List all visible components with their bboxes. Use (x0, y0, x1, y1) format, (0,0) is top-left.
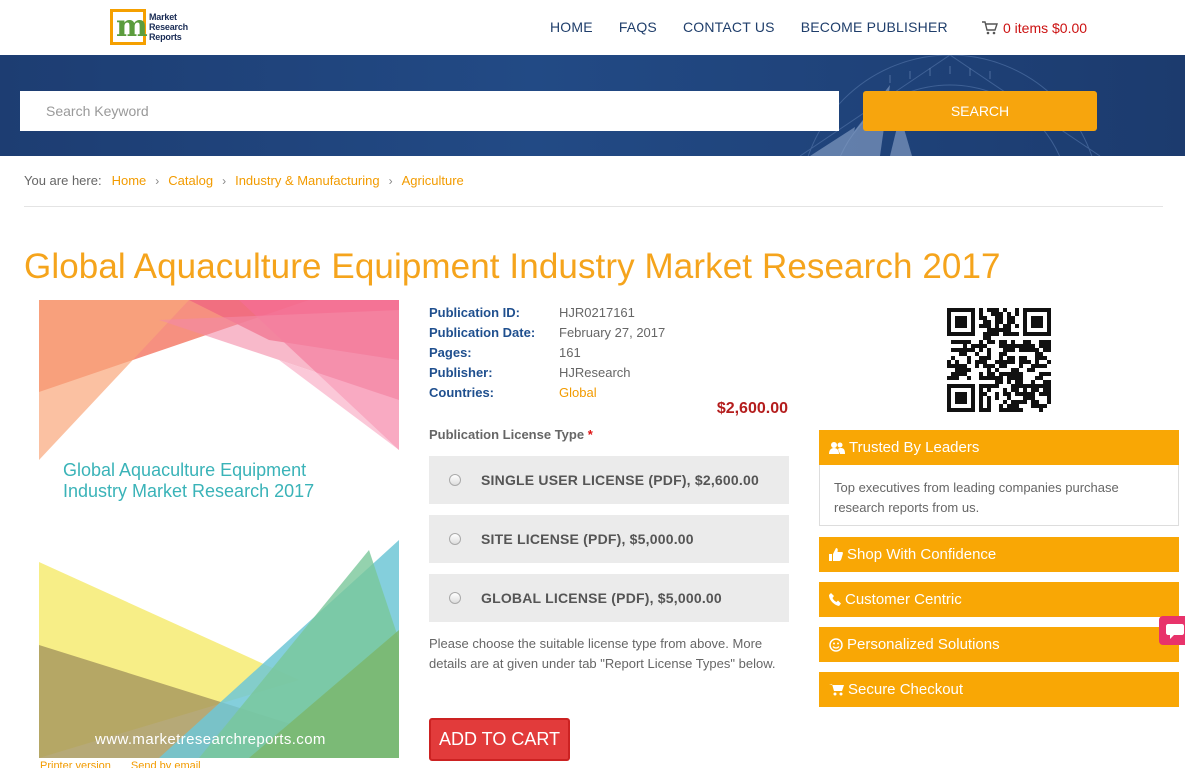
trust-item-personalized-solutions[interactable]: Personalized Solutions (819, 627, 1179, 662)
detail-row: Publication Date: February 27, 2017 (429, 322, 665, 342)
cart-summary: 0 items $0.00 (1003, 20, 1088, 36)
trust-label: Customer Centric (845, 591, 962, 608)
trust-item-shop-with-confidence[interactable]: Shop With Confidence (819, 537, 1179, 572)
cover-title: Global Aquaculture Equipment Industry Ma… (63, 460, 315, 501)
license-radio[interactable] (449, 474, 461, 486)
chevron-right-icon: › (222, 173, 227, 188)
license-label: SINGLE USER LICENSE (PDF), $2,600.00 (481, 472, 759, 488)
license-option-single-user[interactable]: SINGLE USER LICENSE (PDF), $2,600.00 (429, 456, 789, 504)
main-nav: HOME FAQS CONTACT US BECOME PUBLISHER (550, 19, 974, 35)
detail-label: Publisher: (429, 364, 493, 380)
publication-date: February 27, 2017 (559, 324, 666, 340)
license-label: GLOBAL LICENSE (PDF), $5,000.00 (481, 590, 722, 606)
logo-mark: m (110, 9, 148, 45)
breadcrumb-home[interactable]: Home (112, 173, 147, 188)
detail-label: Publication ID: (429, 304, 520, 320)
site-logo[interactable]: m Market Research Reports (110, 9, 188, 45)
printer-version-link[interactable]: Printer version (40, 760, 111, 768)
license-label: SITE LICENSE (PDF), $5,000.00 (481, 531, 694, 547)
search-input[interactable] (20, 91, 839, 131)
chevron-right-icon: › (155, 173, 160, 188)
trust-item-trusted-by-leaders[interactable]: Trusted By Leaders (819, 430, 1179, 465)
breadcrumb-catalog[interactable]: Catalog (168, 173, 213, 188)
publication-details: Publication ID: HJR0217161 Publication D… (429, 302, 665, 402)
license-radio[interactable] (449, 533, 461, 545)
breadcrumb: You are here: Home › Catalog › Industry … (24, 173, 464, 188)
chat-widget-tab[interactable] (1159, 616, 1185, 645)
search-banner: SEARCH (0, 55, 1185, 156)
phone-icon (829, 593, 841, 606)
cover-artwork (39, 300, 399, 758)
cart-icon (982, 21, 998, 35)
cover-url: www.marketresearchreports.com (95, 731, 326, 748)
license-radio[interactable] (449, 592, 461, 604)
chevron-right-icon: › (388, 173, 393, 188)
breadcrumb-agriculture[interactable]: Agriculture (402, 173, 464, 188)
smile-icon (829, 637, 843, 652)
required-mark: * (587, 427, 593, 442)
thumbs-up-icon (829, 548, 843, 561)
trust-label: Personalized Solutions (847, 636, 1000, 653)
publisher-name: HJResearch (559, 364, 631, 380)
send-by-email-link[interactable]: Send by email (131, 760, 201, 768)
cover-actions: Printer version Send by email (40, 760, 221, 768)
detail-row: Pages: 161 (429, 342, 665, 362)
detail-label: Countries: (429, 384, 494, 400)
license-option-global[interactable]: GLOBAL LICENSE (PDF), $5,000.00 (429, 574, 789, 622)
nav-faqs[interactable]: FAQS (619, 19, 657, 35)
detail-row: Publisher: HJResearch (429, 362, 665, 382)
detail-label: Pages: (429, 344, 472, 360)
countries-link[interactable]: Global (559, 385, 597, 400)
breadcrumb-lead: You are here: (24, 173, 102, 188)
trust-label: Shop With Confidence (847, 546, 997, 563)
breadcrumb-industry[interactable]: Industry & Manufacturing (235, 173, 380, 188)
trust-item-secure-checkout[interactable]: Secure Checkout (819, 672, 1179, 707)
page-title: Global Aquaculture Equipment Industry Ma… (24, 247, 1001, 286)
report-cover-image: Global Aquaculture Equipment Industry Ma… (39, 300, 399, 758)
report-price: $2,600.00 (716, 400, 788, 417)
trust-label: Trusted By Leaders (849, 439, 980, 456)
divider (24, 206, 1163, 207)
qr-code (947, 308, 1051, 412)
search-button[interactable]: SEARCH (863, 91, 1097, 131)
license-option-site[interactable]: SITE LICENSE (PDF), $5,000.00 (429, 515, 789, 563)
chat-icon (1166, 624, 1184, 639)
detail-row: Publication ID: HJR0217161 (429, 302, 665, 322)
nav-become-publisher[interactable]: BECOME PUBLISHER (801, 19, 948, 35)
users-icon (829, 442, 845, 454)
trust-item-customer-centric[interactable]: Customer Centric (819, 582, 1179, 617)
cart-icon (829, 684, 844, 696)
header-cart[interactable]: 0 items $0.00 (982, 20, 1087, 36)
nav-contact-us[interactable]: CONTACT US (683, 19, 775, 35)
license-heading: Publication License Type * (429, 427, 593, 442)
trust-label: Secure Checkout (848, 681, 964, 698)
detail-label: Publication Date: (429, 324, 536, 340)
nav-home[interactable]: HOME (550, 19, 593, 35)
add-to-cart-button[interactable]: ADD TO CART (429, 718, 570, 761)
detail-row: Countries: Global (429, 382, 665, 402)
license-note: Please choose the suitable license type … (429, 636, 776, 671)
trust-description: Top executives from leading companies pu… (819, 465, 1179, 526)
site-header: m Market Research Reports HOME FAQS CONT… (0, 0, 1185, 55)
logo-text: Market Research Reports (149, 12, 188, 42)
pages-count: 161 (559, 344, 581, 360)
publication-id: HJR0217161 (559, 304, 635, 320)
